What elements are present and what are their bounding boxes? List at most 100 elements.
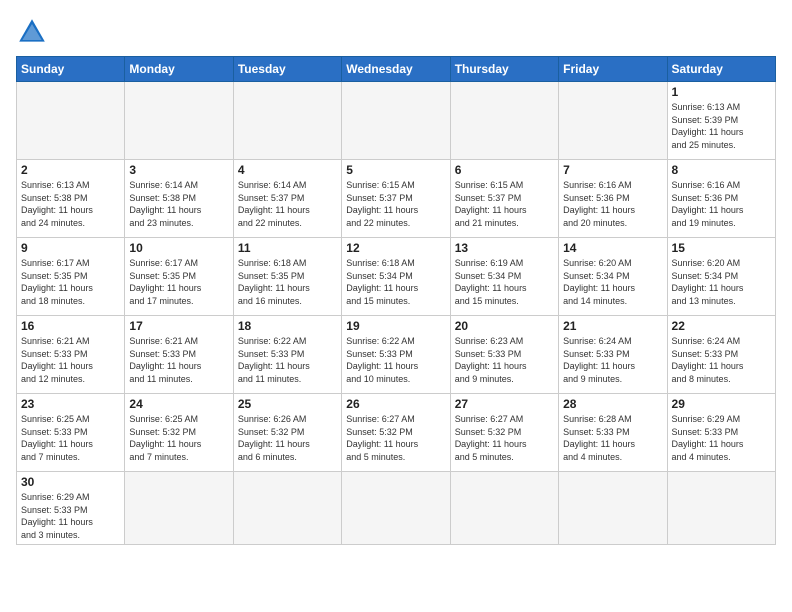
day-info: Sunrise: 6:20 AM Sunset: 5:34 PM Dayligh… (672, 257, 771, 307)
day-info: Sunrise: 6:24 AM Sunset: 5:33 PM Dayligh… (672, 335, 771, 385)
weekday-header-wednesday: Wednesday (342, 57, 450, 82)
weekday-header-friday: Friday (559, 57, 667, 82)
day-number: 3 (129, 163, 228, 177)
calendar-cell: 28Sunrise: 6:28 AM Sunset: 5:33 PM Dayli… (559, 394, 667, 472)
day-number: 9 (21, 241, 120, 255)
day-number: 14 (563, 241, 662, 255)
day-info: Sunrise: 6:17 AM Sunset: 5:35 PM Dayligh… (21, 257, 120, 307)
day-info: Sunrise: 6:27 AM Sunset: 5:32 PM Dayligh… (346, 413, 445, 463)
day-info: Sunrise: 6:29 AM Sunset: 5:33 PM Dayligh… (21, 491, 120, 541)
day-info: Sunrise: 6:17 AM Sunset: 5:35 PM Dayligh… (129, 257, 228, 307)
page: SundayMondayTuesdayWednesdayThursdayFrid… (0, 0, 792, 553)
calendar-cell (559, 472, 667, 545)
day-number: 17 (129, 319, 228, 333)
day-number: 10 (129, 241, 228, 255)
calendar-cell: 15 Sunrise: 6:20 AM Sunset: 5:34 PM Dayli… (667, 238, 775, 316)
day-info: Sunrise: 6:21 AM Sunset: 5:33 PM Dayligh… (21, 335, 120, 385)
day-info: Sunrise: 6:15 AM Sunset: 5:37 PM Dayligh… (455, 179, 554, 229)
calendar-cell (450, 472, 558, 545)
weekday-header-thursday: Thursday (450, 57, 558, 82)
weekday-header-sunday: Sunday (17, 57, 125, 82)
calendar-cell: 22 Sunrise: 6:24 AM Sunset: 5:33 PM Dayli… (667, 316, 775, 394)
calendar-cell: 30 Sunrise: 6:29 AM Sunset: 5:33 PM Dayli… (17, 472, 125, 545)
day-info: Sunrise: 6:18 AM Sunset: 5:34 PM Dayligh… (346, 257, 445, 307)
day-info: Sunrise: 6:16 AM Sunset: 5:36 PM Dayligh… (672, 179, 771, 229)
calendar-cell: 24 Sunrise: 6:25 AM Sunset: 5:32 PM Dayli… (125, 394, 233, 472)
calendar-week-row: 1Sunrise: 6:13 AM Sunset: 5:39 PM Daylig… (17, 82, 776, 160)
day-number: 2 (21, 163, 120, 177)
calendar-cell: 10 Sunrise: 6:17 AM Sunset: 5:35 PM Dayli… (125, 238, 233, 316)
day-info: Sunrise: 6:15 AM Sunset: 5:37 PM Dayligh… (346, 179, 445, 229)
calendar-cell (125, 82, 233, 160)
day-number: 13 (455, 241, 554, 255)
day-number: 8 (672, 163, 771, 177)
calendar-cell: 4Sunrise: 6:14 AM Sunset: 5:37 PM Daylig… (233, 160, 341, 238)
header (16, 16, 776, 48)
calendar-cell: 19 Sunrise: 6:22 AM Sunset: 5:33 PM Dayli… (342, 316, 450, 394)
day-info: Sunrise: 6:22 AM Sunset: 5:33 PM Dayligh… (238, 335, 337, 385)
day-number: 7 (563, 163, 662, 177)
day-number: 20 (455, 319, 554, 333)
calendar-cell: 9 Sunrise: 6:17 AM Sunset: 5:35 PM Daylig… (17, 238, 125, 316)
calendar-week-row: 30 Sunrise: 6:29 AM Sunset: 5:33 PM Dayli… (17, 472, 776, 545)
calendar-cell: 17 Sunrise: 6:21 AM Sunset: 5:33 PM Dayli… (125, 316, 233, 394)
calendar-cell (342, 82, 450, 160)
calendar-cell: 20Sunrise: 6:23 AM Sunset: 5:33 PM Dayli… (450, 316, 558, 394)
weekday-header-row: SundayMondayTuesdayWednesdayThursdayFrid… (17, 57, 776, 82)
calendar-cell: 13 Sunrise: 6:19 AM Sunset: 5:34 PM Dayli… (450, 238, 558, 316)
day-info: Sunrise: 6:24 AM Sunset: 5:33 PM Dayligh… (563, 335, 662, 385)
day-info: Sunrise: 6:20 AM Sunset: 5:34 PM Dayligh… (563, 257, 662, 307)
calendar-week-row: 23Sunrise: 6:25 AM Sunset: 5:33 PM Dayli… (17, 394, 776, 472)
day-number: 30 (21, 475, 120, 489)
day-info: Sunrise: 6:13 AM Sunset: 5:38 PM Dayligh… (21, 179, 120, 229)
calendar-cell (342, 472, 450, 545)
calendar-cell: 8 Sunrise: 6:16 AM Sunset: 5:36 PM Daylig… (667, 160, 775, 238)
calendar-cell (233, 472, 341, 545)
day-number: 4 (238, 163, 337, 177)
day-number: 24 (129, 397, 228, 411)
calendar-cell: 29 Sunrise: 6:29 AM Sunset: 5:33 PM Dayli… (667, 394, 775, 472)
weekday-header-tuesday: Tuesday (233, 57, 341, 82)
calendar-cell: 26Sunrise: 6:27 AM Sunset: 5:32 PM Dayli… (342, 394, 450, 472)
day-info: Sunrise: 6:25 AM Sunset: 5:32 PM Dayligh… (129, 413, 228, 463)
day-number: 15 (672, 241, 771, 255)
day-info: Sunrise: 6:19 AM Sunset: 5:34 PM Dayligh… (455, 257, 554, 307)
day-number: 22 (672, 319, 771, 333)
day-number: 28 (563, 397, 662, 411)
calendar-cell: 5 Sunrise: 6:15 AM Sunset: 5:37 PM Daylig… (342, 160, 450, 238)
day-number: 19 (346, 319, 445, 333)
calendar-cell: 7 Sunrise: 6:16 AM Sunset: 5:36 PM Daylig… (559, 160, 667, 238)
calendar-week-row: 9 Sunrise: 6:17 AM Sunset: 5:35 PM Daylig… (17, 238, 776, 316)
day-info: Sunrise: 6:21 AM Sunset: 5:33 PM Dayligh… (129, 335, 228, 385)
calendar-cell: 27Sunrise: 6:27 AM Sunset: 5:32 PM Dayli… (450, 394, 558, 472)
day-info: Sunrise: 6:18 AM Sunset: 5:35 PM Dayligh… (238, 257, 337, 307)
day-info: Sunrise: 6:27 AM Sunset: 5:32 PM Dayligh… (455, 413, 554, 463)
day-number: 16 (21, 319, 120, 333)
calendar-cell: 16 Sunrise: 6:21 AM Sunset: 5:33 PM Dayli… (17, 316, 125, 394)
day-number: 29 (672, 397, 771, 411)
calendar-cell: 25 Sunrise: 6:26 AM Sunset: 5:32 PM Dayli… (233, 394, 341, 472)
calendar-cell (125, 472, 233, 545)
day-info: Sunrise: 6:26 AM Sunset: 5:32 PM Dayligh… (238, 413, 337, 463)
calendar-cell: 21 Sunrise: 6:24 AM Sunset: 5:33 PM Dayli… (559, 316, 667, 394)
calendar-cell: 18Sunrise: 6:22 AM Sunset: 5:33 PM Dayli… (233, 316, 341, 394)
calendar-cell (667, 472, 775, 545)
day-info: Sunrise: 6:29 AM Sunset: 5:33 PM Dayligh… (672, 413, 771, 463)
day-number: 5 (346, 163, 445, 177)
calendar-week-row: 2 Sunrise: 6:13 AM Sunset: 5:38 PM Daylig… (17, 160, 776, 238)
day-info: Sunrise: 6:22 AM Sunset: 5:33 PM Dayligh… (346, 335, 445, 385)
calendar-week-row: 16 Sunrise: 6:21 AM Sunset: 5:33 PM Dayli… (17, 316, 776, 394)
calendar-cell: 1Sunrise: 6:13 AM Sunset: 5:39 PM Daylig… (667, 82, 775, 160)
day-number: 21 (563, 319, 662, 333)
day-number: 23 (21, 397, 120, 411)
weekday-header-monday: Monday (125, 57, 233, 82)
logo (16, 16, 52, 48)
day-info: Sunrise: 6:16 AM Sunset: 5:36 PM Dayligh… (563, 179, 662, 229)
day-info: Sunrise: 6:13 AM Sunset: 5:39 PM Dayligh… (672, 101, 771, 151)
calendar-cell: 3Sunrise: 6:14 AM Sunset: 5:38 PM Daylig… (125, 160, 233, 238)
calendar-cell (233, 82, 341, 160)
calendar-cell: 14 Sunrise: 6:20 AM Sunset: 5:34 PM Dayli… (559, 238, 667, 316)
calendar-cell: 23Sunrise: 6:25 AM Sunset: 5:33 PM Dayli… (17, 394, 125, 472)
day-number: 11 (238, 241, 337, 255)
day-number: 25 (238, 397, 337, 411)
